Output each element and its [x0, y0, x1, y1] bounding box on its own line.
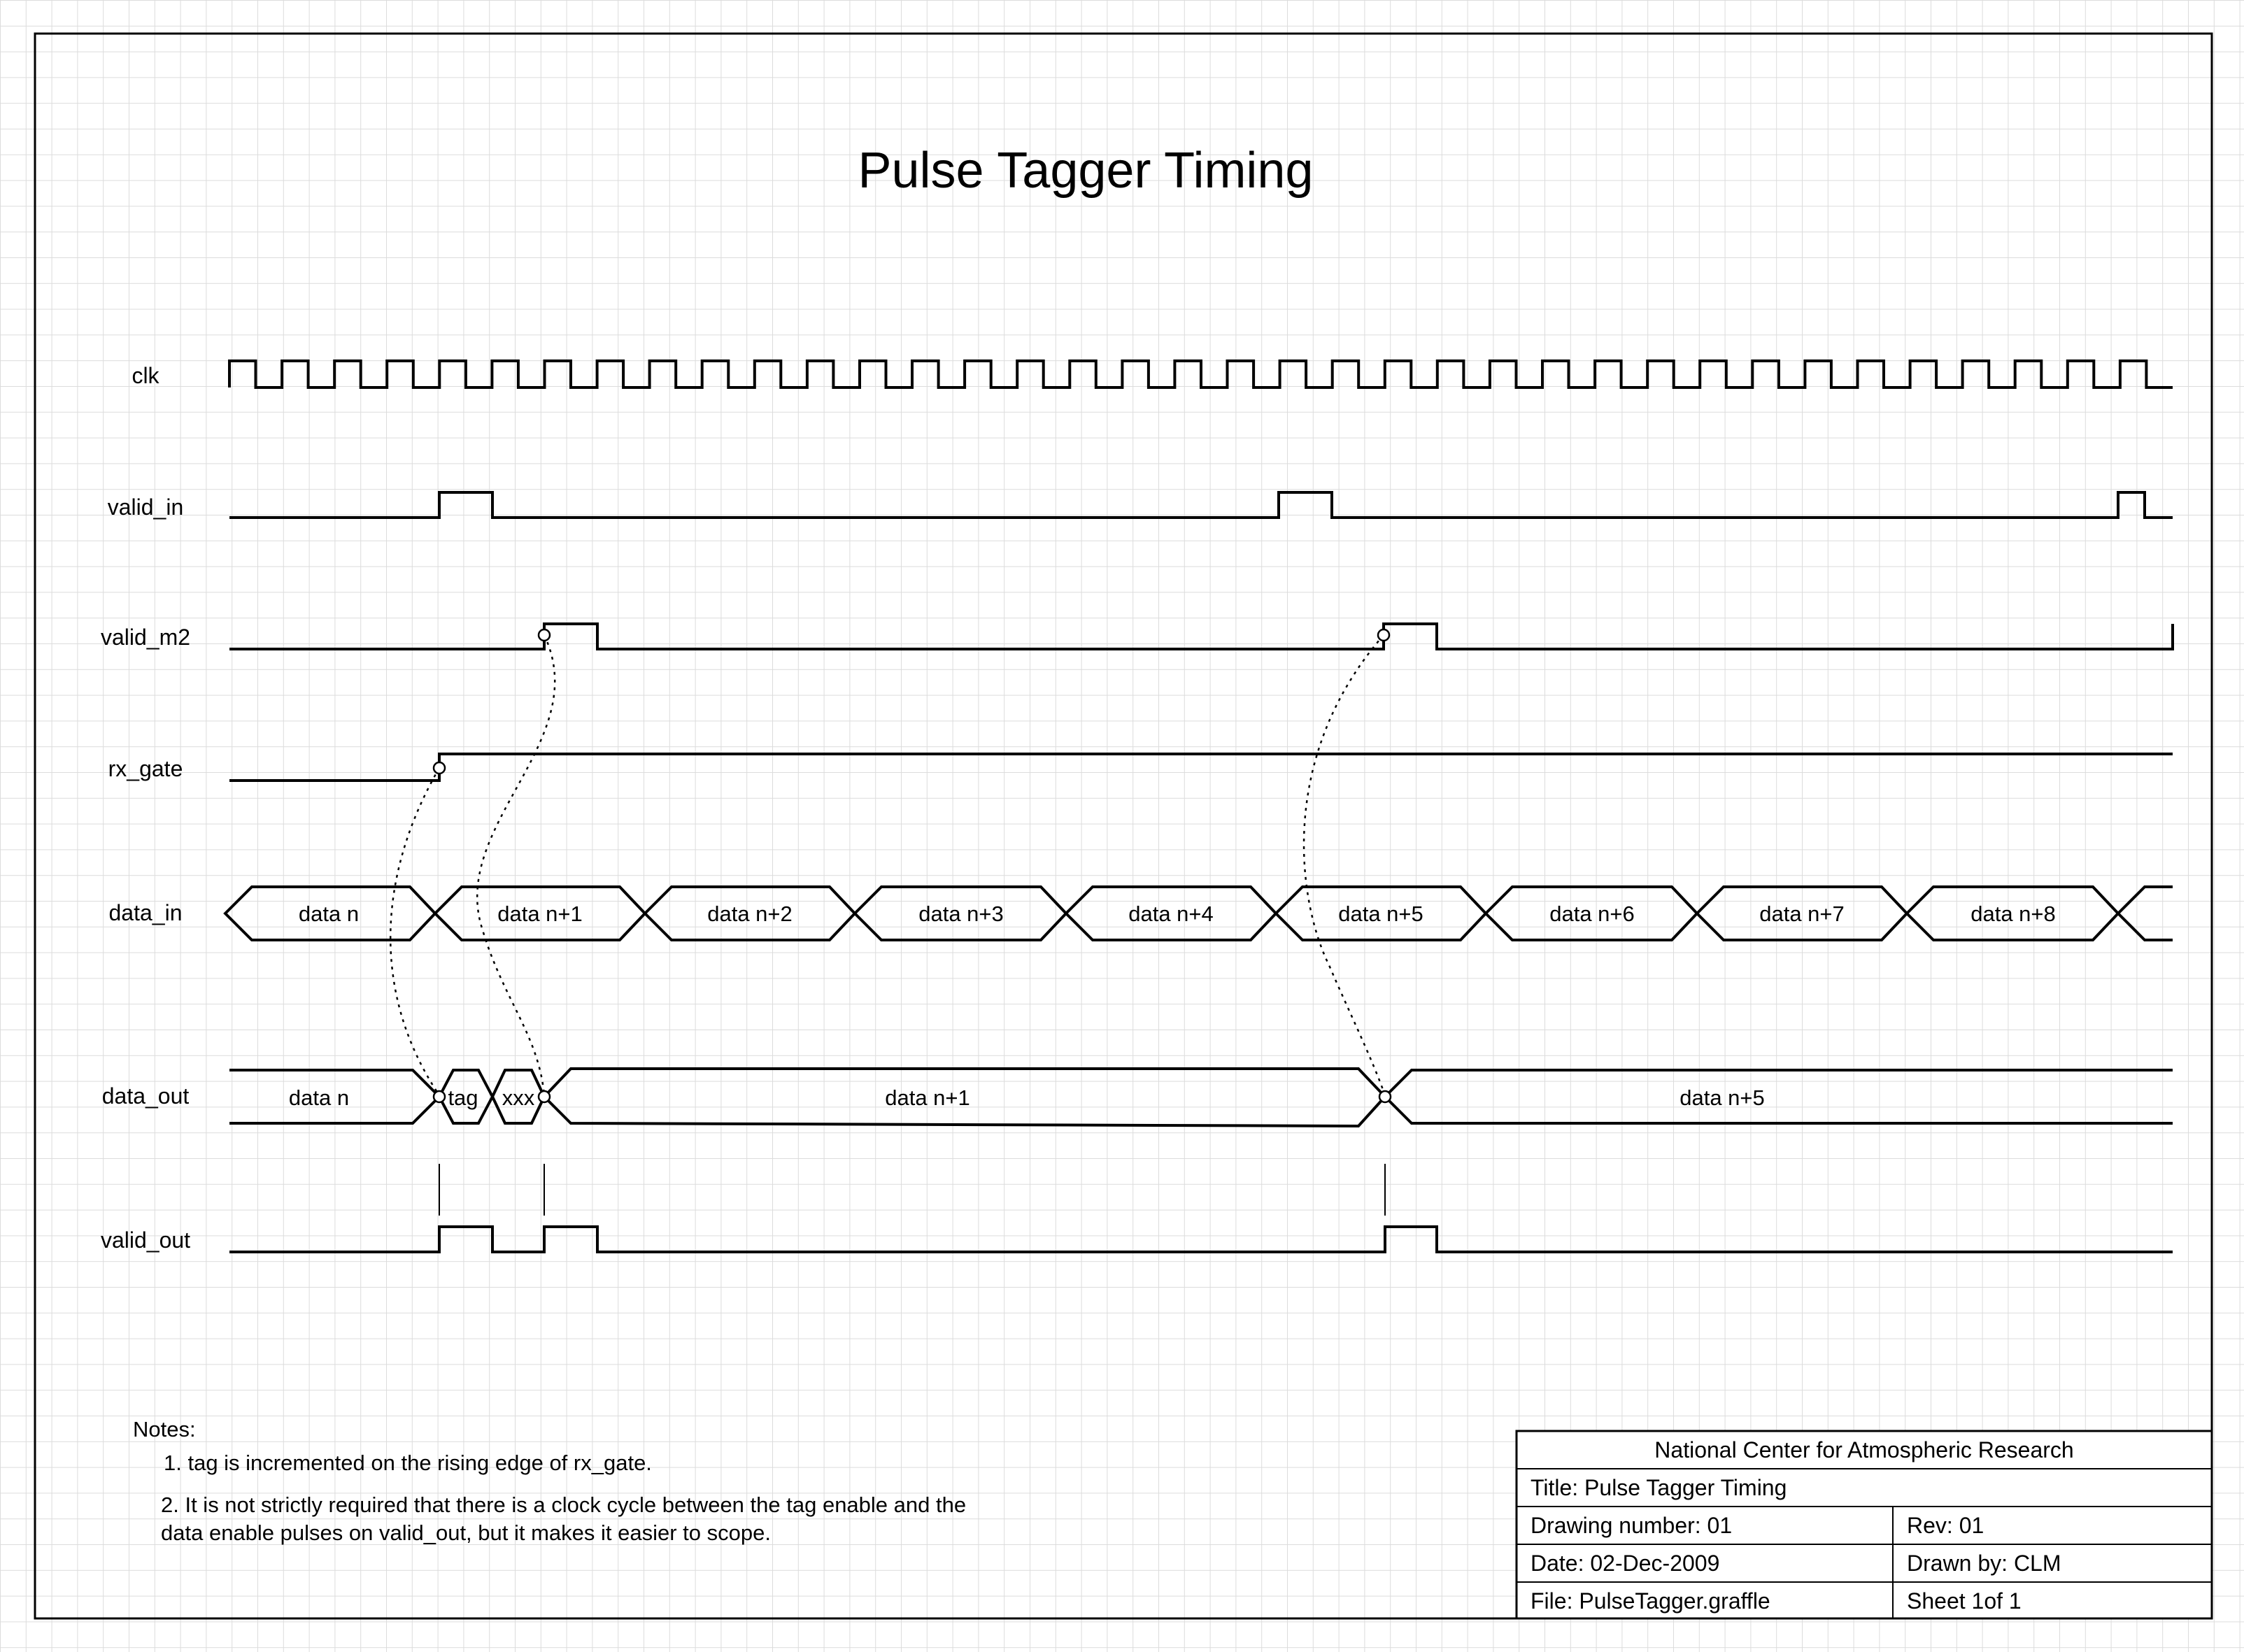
connector-knot	[1377, 628, 1391, 642]
signal-label-valid-out: valid_out	[101, 1227, 190, 1253]
data-in-cell: data n+4	[1128, 902, 1214, 926]
connector-knot	[432, 761, 446, 775]
data-in-cell: data n	[299, 902, 359, 926]
title-block-file: File: PulseTagger.graffle	[1531, 1588, 1770, 1614]
signal-label-data-out: data_out	[102, 1083, 190, 1109]
signal-label-clk: clk	[132, 363, 159, 388]
note-2-line-2: data enable pulses on valid_out, but it …	[161, 1521, 771, 1545]
grid-background	[0, 0, 2244, 1652]
note-1: 1. tag is incremented on the rising edge…	[164, 1451, 652, 1475]
data-in-cell: data n+7	[1759, 902, 1845, 926]
signal-label-valid-in: valid_in	[108, 494, 184, 520]
diagram-title: Pulse Tagger Timing	[858, 143, 1313, 199]
connector-knot	[1378, 1090, 1392, 1104]
connector-knot	[432, 1090, 446, 1104]
data-in-cell: data n+8	[1970, 902, 2056, 926]
title-block-drawn-by: Drawn by: CLM	[1907, 1551, 2061, 1576]
data-in-cell: data n+3	[918, 902, 1004, 926]
connector-knot	[537, 1090, 551, 1104]
data-out-cell: data n+1	[885, 1085, 970, 1110]
title-block-sheet: Sheet 1of 1	[1907, 1588, 2022, 1614]
title-block-org: National Center for Atmospheric Research	[1654, 1437, 2073, 1462]
notes-heading: Notes:	[133, 1417, 196, 1441]
note-2-line-1: 2. It is not strictly required that ther…	[161, 1493, 966, 1517]
data-out-cell: data n+5	[1680, 1085, 1765, 1110]
data-in-cell: data n+2	[707, 902, 793, 926]
data-out-cell: xxx	[502, 1085, 535, 1110]
data-out-cell: tag	[448, 1085, 478, 1110]
connector-knot	[537, 628, 551, 642]
title-block-rev: Rev: 01	[1907, 1513, 1984, 1538]
title-block-date: Date: 02-Dec-2009	[1531, 1551, 1719, 1576]
signal-label-rx-gate: rx_gate	[108, 756, 183, 781]
data-in-cell: data n+5	[1338, 902, 1423, 926]
signal-label-valid-m2: valid_m2	[101, 625, 190, 650]
data-in-cell: data n+1	[497, 902, 583, 926]
title-block-title: Title: Pulse Tagger Timing	[1531, 1475, 1787, 1500]
title-block-drawing-number: Drawing number: 01	[1531, 1513, 1732, 1538]
data-in-cell: data n+6	[1549, 902, 1635, 926]
data-out-cell: data n	[289, 1085, 349, 1110]
signal-label-data-in: data_in	[109, 900, 183, 925]
timing-diagram-sheet: Pulse Tagger Timing clk valid_in valid_m…	[0, 0, 2244, 1652]
